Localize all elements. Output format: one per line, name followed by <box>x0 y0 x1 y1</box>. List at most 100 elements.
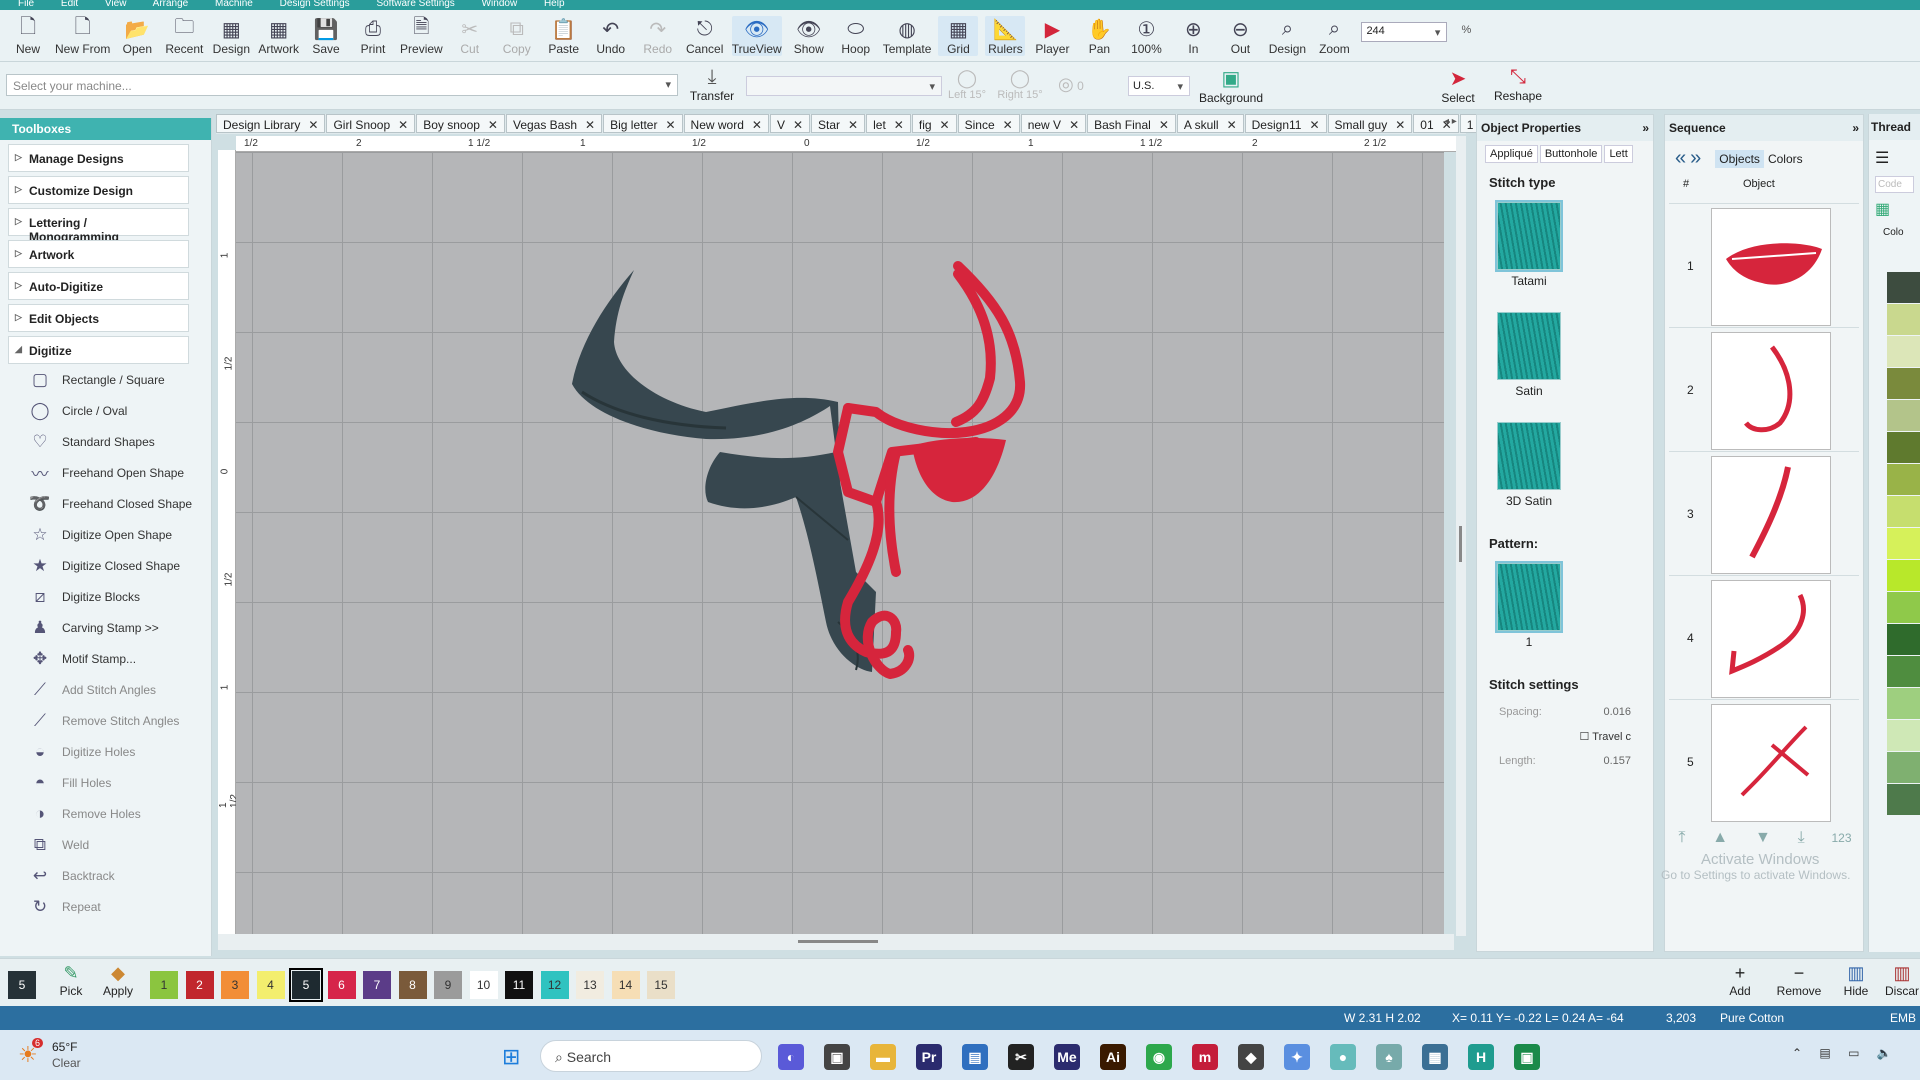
close-icon[interactable]: ✕ <box>308 118 318 132</box>
close-icon[interactable]: ✕ <box>1069 118 1079 132</box>
tray-display-icon[interactable]: ▭ <box>1848 1046 1859 1060</box>
embroidery-app-icon[interactable]: ♠ <box>1376 1044 1402 1070</box>
color-chip[interactable]: 8 <box>398 971 427 999</box>
design-tab[interactable]: new V ✕ <box>1020 114 1087 133</box>
toolbox-section-customize-design[interactable]: Customize Design <box>8 176 189 204</box>
tool-standard-shapes[interactable]: ♡ Standard Shapes <box>28 426 211 457</box>
right-tilt-button[interactable]: ◯ Right 15° <box>996 68 1044 101</box>
toolbar-new-button[interactable]: 🗋 New <box>8 16 48 56</box>
bull-head-design[interactable] <box>236 152 1444 934</box>
thread-swatch[interactable] <box>1887 688 1920 719</box>
design-tab[interactable]: Boy snoop ✕ <box>416 114 505 133</box>
remove-color-button[interactable]: − Remove <box>1770 963 1828 998</box>
tool-backtrack[interactable]: ↩ Backtrack <box>28 860 211 891</box>
select-button[interactable]: ➤ Select <box>1436 66 1480 105</box>
toolbox-section-artwork[interactable]: Artwork <box>8 240 189 268</box>
design-tab[interactable]: Small guy ✕ <box>1327 114 1413 133</box>
tool-carving-stamp[interactable]: ♟ Carving Stamp >> <box>28 612 211 643</box>
menu-machine[interactable]: Machine <box>215 0 253 9</box>
chevron-right-icon[interactable]: » <box>1690 147 1701 170</box>
toolbar-player-button[interactable]: ▶ Player <box>1032 16 1072 57</box>
design-tab[interactable]: Star ✕ <box>811 114 866 133</box>
horizontal-scroll-thumb[interactable] <box>798 940 878 943</box>
tab-buttonhole[interactable]: Buttonhole <box>1539 145 1603 163</box>
close-icon[interactable]: ✕ <box>894 118 904 132</box>
brand-app-icon[interactable]: ● <box>1330 1044 1356 1070</box>
sequence-row[interactable]: 2 <box>1669 327 1859 451</box>
tool-remove-holes[interactable]: ◑ Remove Holes <box>28 798 211 829</box>
travel-checkbox[interactable]: ☐ <box>1580 731 1590 743</box>
store-icon[interactable]: ▤ <box>962 1044 988 1070</box>
tool-digitize-open-shape[interactable]: ☆ Digitize Open Shape <box>28 519 211 550</box>
thread-swatch[interactable] <box>1887 336 1920 367</box>
color-chip[interactable]: 13 <box>576 971 604 999</box>
design-tab[interactable]: Vegas Bash ✕ <box>505 114 603 133</box>
close-icon[interactable]: ✕ <box>398 118 408 132</box>
sequence-row[interactable]: 1 <box>1669 203 1859 327</box>
close-icon[interactable]: ✕ <box>793 118 803 132</box>
color-chip[interactable]: 12 <box>540 971 569 999</box>
thread-swatch[interactable] <box>1887 464 1920 495</box>
toolbox-section-digitize[interactable]: Digitize <box>8 336 189 364</box>
menu-window[interactable]: Window <box>482 0 518 9</box>
tool-digitize-closed-shape[interactable]: ★ Digitize Closed Shape <box>28 550 211 581</box>
toolbar-save-button[interactable]: 💾 Save <box>306 16 346 57</box>
thread-grid-icon[interactable]: ▦ <box>1875 199 1914 219</box>
color-chip[interactable]: 2 <box>185 971 214 999</box>
weather-widget[interactable]: ☀ 6 65°F Clear <box>18 1038 128 1074</box>
pattern-swatch[interactable]: 1 <box>1493 559 1565 669</box>
close-icon[interactable]: ✕ <box>1395 118 1405 132</box>
stitch-type-satin[interactable]: Satin <box>1493 308 1565 418</box>
color-chip[interactable]: 7 <box>363 971 391 999</box>
tool-digitize-holes[interactable]: ◒ Digitize Holes <box>28 736 211 767</box>
toolbar-preview-button[interactable]: 🗎 Preview <box>400 16 443 56</box>
toolbar-recent-button[interactable]: 🗀 Recent <box>164 16 204 56</box>
close-icon[interactable]: ✕ <box>1227 118 1237 132</box>
toolbar-grid-button[interactable]: ▦ Grid <box>938 16 979 56</box>
toolbar-design-button[interactable]: ▦ Design <box>211 16 251 57</box>
taskbar-search[interactable]: ⌕ Search <box>540 1040 762 1072</box>
design-tab[interactable]: A skull ✕ <box>1176 114 1244 133</box>
menu-design-settings[interactable]: Design Settings <box>280 0 350 9</box>
toolbar-open-button[interactable]: 📂 Open <box>117 16 157 57</box>
thread-swatch[interactable] <box>1887 432 1920 463</box>
left-tilt-button[interactable]: ◯ Left 15° <box>946 68 988 101</box>
tab-lettering[interactable]: Lett <box>1604 145 1633 163</box>
toolbar-zoom-button[interactable]: ⌕ Zoom <box>1314 16 1354 57</box>
toolbar-paste-button[interactable]: 📋 Paste <box>544 16 584 57</box>
sequence-row[interactable]: 4 <box>1669 575 1859 699</box>
vertical-scroll-thumb[interactable] <box>1459 526 1462 562</box>
toolbox-section-auto-digitize[interactable]: Auto-Digitize <box>8 272 189 300</box>
toolbar-pan-button[interactable]: ✋ Pan <box>1079 16 1119 57</box>
sequence-row[interactable]: 5 <box>1669 699 1859 823</box>
design-tab[interactable]: let ✕ <box>866 114 911 133</box>
capcut-icon[interactable]: ✂ <box>1008 1044 1034 1070</box>
sequence-row[interactable]: 3 <box>1669 451 1859 575</box>
menu-arrange[interactable]: Arrange <box>153 0 189 9</box>
tray-chevron-icon[interactable]: ⌃ <box>1792 1046 1802 1060</box>
transfer-button[interactable]: ⤓ Transfer <box>686 66 738 103</box>
machine-select[interactable]: Select your machine... <box>6 74 678 96</box>
toolbar-100--button[interactable]: ① 100% <box>1126 16 1166 57</box>
close-icon[interactable]: ✕ <box>1309 118 1319 132</box>
thread-swatch[interactable] <box>1887 656 1920 687</box>
menu-view[interactable]: View <box>105 0 127 9</box>
tray-network-icon[interactable]: ▤ <box>1819 1046 1830 1060</box>
hatch-icon[interactable]: H <box>1468 1044 1494 1070</box>
move-first-icon[interactable]: ⤒ <box>1678 829 1685 847</box>
zoom-level-field[interactable]: 244 <box>1361 22 1448 42</box>
tool-rectangle-square[interactable]: ▢ Rectangle / Square <box>28 364 211 395</box>
toolbar-in-button[interactable]: ⊕ In <box>1173 16 1213 57</box>
thread-swatch[interactable] <box>1887 560 1920 591</box>
task-view-icon[interactable]: ▣ <box>824 1044 850 1070</box>
color-chip[interactable]: 15 <box>647 971 675 999</box>
move-last-icon[interactable]: ⤓ <box>1798 829 1805 847</box>
design-tab[interactable]: Girl Snoop ✕ <box>326 114 416 133</box>
thread-swatch[interactable] <box>1887 272 1920 303</box>
tab-colors[interactable]: Colors <box>1768 152 1803 166</box>
pick-button[interactable]: ✎ Pick <box>54 963 88 998</box>
close-icon[interactable]: ✕ <box>1003 118 1013 132</box>
thread-swatch[interactable] <box>1887 400 1920 431</box>
thread-swatch[interactable] <box>1887 304 1920 335</box>
tool-freehand-open-shape[interactable]: 〰 Freehand Open Shape <box>28 457 211 488</box>
